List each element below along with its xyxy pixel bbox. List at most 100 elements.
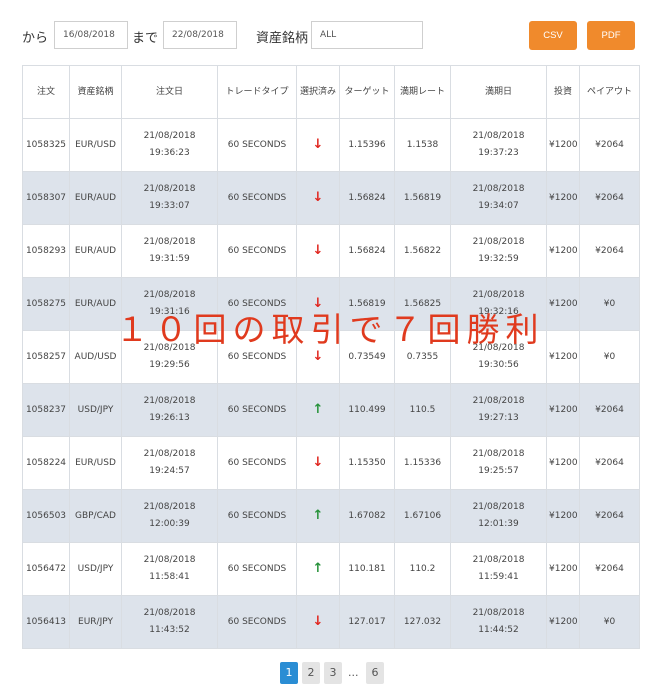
expiry-rate-cell: 1.67106 xyxy=(394,489,451,543)
order-time: 19:31:59 xyxy=(149,254,190,264)
arrow-down-icon: ↓ xyxy=(312,454,324,470)
payout-cell: ¥0 xyxy=(579,330,640,384)
order-id-cell: 1058325 xyxy=(22,118,70,172)
expiry-rate-cell: 1.56819 xyxy=(394,171,451,225)
expiry-date-cell: 21/08/2018 19:32:16 xyxy=(450,277,547,331)
direction-cell: ↑ xyxy=(296,489,340,543)
from-label: から xyxy=(22,31,49,46)
direction-cell: ↓ xyxy=(296,595,340,649)
page-button-last[interactable]: 6 xyxy=(366,662,384,684)
header-col-order: 注文 xyxy=(22,65,70,119)
direction-cell: ↓ xyxy=(296,118,340,172)
order-id-cell: 1056472 xyxy=(22,542,70,596)
investment-cell: ¥1200 xyxy=(546,118,580,172)
payout-cell: ¥2064 xyxy=(579,542,640,596)
expiry-date-cell: 21/08/2018 19:27:13 xyxy=(450,383,547,437)
order-time: 11:58:41 xyxy=(149,572,190,582)
header-col-expiry-date: 満期日 xyxy=(450,65,547,119)
order-date: 21/08/2018 xyxy=(143,237,196,247)
expiry-date: 21/08/2018 xyxy=(472,131,525,141)
page-button-3[interactable]: 3 xyxy=(324,662,342,684)
asset-cell: EUR/AUD xyxy=(69,224,122,278)
table-row: 1058307 EUR/AUD 21/08/2018 19:33:07 60 SECON… xyxy=(22,171,640,225)
target-cell: 1.67082 xyxy=(339,489,395,543)
expiry-time: 12:01:39 xyxy=(478,519,519,529)
table-row: 1056503 GBP/CAD 21/08/2018 12:00:39 60 SECON… xyxy=(22,489,640,543)
arrow-up-icon: ↑ xyxy=(312,560,324,576)
trade-type-cell: 60 SECONDS xyxy=(217,330,297,384)
order-date-cell: 21/08/2018 11:58:41 xyxy=(121,542,218,596)
asset-cell: EUR/AUD xyxy=(69,277,122,331)
order-date: 21/08/2018 xyxy=(143,290,196,300)
expiry-time: 19:34:07 xyxy=(478,201,519,211)
header-col-investment: 投資 xyxy=(546,65,580,119)
payout-cell: ¥0 xyxy=(579,595,640,649)
target-cell: 127.017 xyxy=(339,595,395,649)
filter-bar: から 16/08/2018 まで 22/08/2018 資産銘柄 ALL CSV… xyxy=(0,0,660,64)
asset-cell: EUR/AUD xyxy=(69,171,122,225)
header-col-trade-type: トレードタイプ xyxy=(217,65,297,119)
asset-cell: AUD/USD xyxy=(69,330,122,384)
trade-type-cell: 60 SECONDS xyxy=(217,436,297,490)
trade-type-cell: 60 SECONDS xyxy=(217,277,297,331)
from-date-input[interactable]: 16/08/2018 xyxy=(54,21,128,49)
expiry-time: 19:37:23 xyxy=(478,148,519,158)
pdf-button[interactable]: PDF xyxy=(587,21,635,50)
order-date-cell: 21/08/2018 12:00:39 xyxy=(121,489,218,543)
expiry-rate-cell: 1.1538 xyxy=(394,118,451,172)
expiry-date-cell: 21/08/2018 12:01:39 xyxy=(450,489,547,543)
expiry-date: 21/08/2018 xyxy=(472,449,525,459)
table-body: 1058325 EUR/USD 21/08/2018 19:36:23 60 SECON… xyxy=(22,118,640,649)
asset-cell: EUR/USD xyxy=(69,118,122,172)
asset-select[interactable]: ALL xyxy=(311,21,423,49)
expiry-date-cell: 21/08/2018 19:34:07 xyxy=(450,171,547,225)
arrow-down-icon: ↓ xyxy=(312,242,324,258)
order-date-cell: 21/08/2018 11:43:52 xyxy=(121,595,218,649)
expiry-date: 21/08/2018 11:44:52 xyxy=(472,608,525,635)
investment-cell: ¥1200 xyxy=(546,277,580,331)
to-label: まで xyxy=(132,31,159,46)
expiry-rate-cell: 1.56822 xyxy=(394,224,451,278)
expiry-rate-cell: 110.5 xyxy=(394,383,451,437)
trade-type-cell: 60 SECONDS xyxy=(217,595,297,649)
payout-cell: ¥2064 xyxy=(579,171,640,225)
trade-type-cell: 60 SECONDS xyxy=(217,489,297,543)
order-id-cell: 1058224 xyxy=(22,436,70,490)
order-date: 21/08/2018 xyxy=(143,555,196,565)
investment-cell: ¥1200 xyxy=(546,542,580,596)
page-button-2[interactable]: 2 xyxy=(302,662,320,684)
pagination: 1 2 3... 6 xyxy=(0,662,660,684)
arrow-down-icon: ↓ xyxy=(312,136,324,152)
expiry-date: 21/08/2018 xyxy=(472,343,525,353)
asset-cell: EUR/USD xyxy=(69,436,122,490)
expiry-date-cell: 21/08/2018 19:25:57 xyxy=(450,436,547,490)
arrow-down-icon: ↓ xyxy=(312,348,324,364)
order-time: 19:26:13 xyxy=(149,413,190,423)
order-date: 21/08/2018 xyxy=(143,608,196,618)
to-date-input[interactable]: 22/08/2018 xyxy=(163,21,237,49)
direction-cell: ↓ xyxy=(296,171,340,225)
target-cell: 110.499 xyxy=(339,383,395,437)
table-row: 1058325 EUR/USD 21/08/2018 19:36:23 60 SECON… xyxy=(22,118,640,172)
order-time: 19:33:07 xyxy=(149,201,190,211)
header-col-asset: 資産銘柄 xyxy=(69,65,122,119)
asset-label: 資産銘柄 xyxy=(256,31,309,46)
order-date: 21/08/2018 xyxy=(143,449,196,459)
expiry-date: 21/08/2018 xyxy=(472,396,525,406)
expiry-date-cell: 21/08/2018 19:32:59 xyxy=(450,224,547,278)
order-id-cell: 1056413 xyxy=(22,595,70,649)
target-cell: 1.15396 xyxy=(339,118,395,172)
expiry-rate-cell: 110.2 xyxy=(394,542,451,596)
asset-cell: USD/JPY xyxy=(69,383,122,437)
investment-cell: ¥1200 xyxy=(546,224,580,278)
investment-cell: ¥1200 xyxy=(546,383,580,437)
expiry-date: 21/08/2018 11:59:41 xyxy=(472,555,525,582)
asset-cell: GBP/CAD xyxy=(69,489,122,543)
csv-button[interactable]: CSV xyxy=(529,21,577,50)
page-button-1[interactable]: 1 xyxy=(280,662,298,684)
header-col-expiry-rate: 満期レート xyxy=(394,65,451,119)
investment-cell: ¥1200 xyxy=(546,489,580,543)
expiry-time: 19:30:56 xyxy=(478,360,519,370)
order-time: 12:00:39 xyxy=(149,519,190,529)
table-row: 1056413 EUR/JPY 21/08/2018 11:43:52 60 SECON… xyxy=(22,595,640,649)
